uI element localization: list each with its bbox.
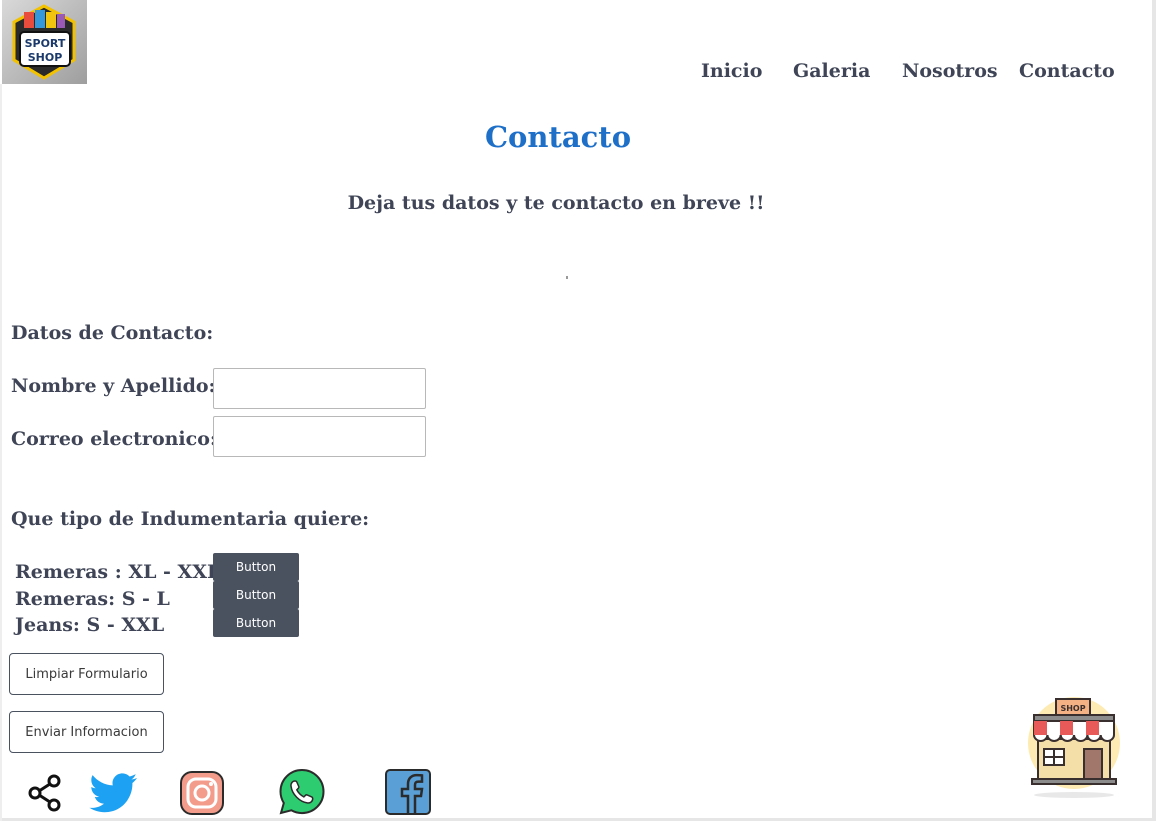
window-right-edge [1152,0,1156,821]
instagram-icon[interactable] [179,770,225,816]
option-button-jeans[interactable]: Button [213,609,299,637]
page-subtitle: Deja tus datos y te contacto en breve !! [347,192,765,214]
clothing-section-heading: Que tipo de Indumentaria quiere: [11,508,370,530]
option-label-remeras-s: Remeras: S - L [15,588,170,610]
contact-section-heading: Datos de Contacto: [11,322,214,344]
name-label: Nombre y Apellido: [11,375,216,397]
logo-text-top: SPORT [25,37,66,50]
submit-form-button[interactable]: Enviar Informacion [9,711,164,753]
option-label-jeans: Jeans: S - XXL [15,614,165,636]
nav-item-galeria[interactable]: Galeria [793,60,870,82]
facebook-icon[interactable] [384,768,432,816]
whatsapp-icon[interactable] [277,767,327,817]
clear-form-button[interactable]: Limpiar Formulario [9,653,164,695]
option-button-remeras-s[interactable]: Button [213,581,299,609]
page-title: Contacto [484,120,632,154]
nav-item-nosotros[interactable]: Nosotros [902,60,998,82]
option-label-remeras-xl: Remeras : XL - XXL [15,561,221,583]
share-icon[interactable] [26,773,64,813]
stray-dot [566,276,568,279]
name-input[interactable] [213,368,426,409]
nav-item-inicio[interactable]: Inicio [701,60,762,82]
nav-item-contacto[interactable]: Contacto [1019,60,1115,82]
email-input[interactable] [213,416,426,457]
shop-store-icon[interactable]: SHOP [1026,695,1122,799]
email-label: Correo electronico: [11,428,217,450]
shop-sign-text: SHOP [1060,704,1085,713]
option-button-remeras-xl[interactable]: Button [213,553,299,581]
twitter-icon[interactable] [89,770,139,816]
main-nav: Inicio Galeria Nosotros Contacto [0,60,1156,86]
